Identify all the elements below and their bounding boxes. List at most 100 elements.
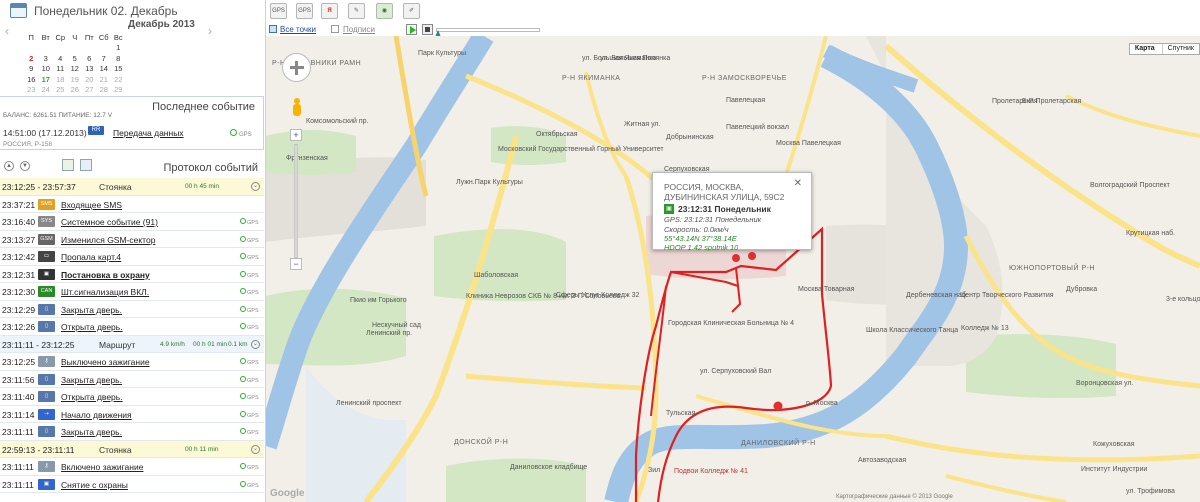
calendar-day[interactable]: 26 <box>68 85 83 96</box>
calendar-day[interactable]: 9 <box>24 64 39 75</box>
calendar-day[interactable] <box>97 43 112 54</box>
event-label[interactable]: Включено зажигание <box>61 462 143 472</box>
event-row[interactable]: 23:16:40 SYS Системное событие (91) GPS <box>0 213 264 231</box>
event-row[interactable]: 23:12:29 ▯ Закрыта дверь. GPS <box>0 301 264 318</box>
route-row[interactable]: 23:11:11 - 23:12:25 Маршрут 4.9 km/h 00 h 0… <box>0 335 264 353</box>
calendar-day[interactable]: 6 <box>82 53 97 64</box>
playback-slider[interactable] <box>436 28 540 32</box>
calendar-day-selected[interactable]: 2 <box>24 53 39 64</box>
event-label[interactable]: Закрыта дверь. <box>61 427 122 437</box>
event-row[interactable]: 23:13:27 GSM Изменился GSM-сектор GPS <box>0 231 264 248</box>
event-row[interactable]: 23:11:11 ▯ Закрыта дверь. GPS <box>0 423 264 441</box>
calendar-day[interactable]: 15 <box>111 64 126 75</box>
calendar-day[interactable]: 20 <box>82 74 97 85</box>
calendar-day[interactable] <box>68 43 83 54</box>
export-icon[interactable] <box>80 159 92 171</box>
calendar-day[interactable] <box>82 43 97 54</box>
map-type-satellite[interactable]: Спутник <box>1161 44 1199 54</box>
event-row[interactable]: 23:12:42 ▭ Пропала карт.4 GPS <box>0 248 264 266</box>
event-label[interactable]: Выключено зажигание <box>61 357 150 367</box>
calendar-day[interactable]: 12 <box>68 64 83 75</box>
event-row[interactable]: 23:11:11 ⚷ Включено зажигание GPS <box>0 458 264 476</box>
expand-icon[interactable]: ⌄ <box>251 339 260 349</box>
calendar-day[interactable]: 1 <box>111 43 126 54</box>
map-panel[interactable]: GPS GPS Я ✎ ◉ ✐ Все точки Подписи Парк К… <box>266 0 1200 502</box>
calendar-day[interactable]: 10 <box>39 64 54 75</box>
event-row[interactable]: 23:12:30 CAN Шт.сигнализация ВКЛ. GPS <box>0 283 264 301</box>
edit-icon[interactable]: ✐ <box>403 3 420 19</box>
calendar-day[interactable]: 16 <box>24 74 39 85</box>
calendar-day[interactable]: 29 <box>111 85 126 96</box>
gps-points-icon[interactable]: GPS <box>296 3 313 19</box>
tools-icon[interactable]: ✎ <box>348 3 365 19</box>
signatures-link[interactable]: Подписи <box>343 25 375 34</box>
calendar-day[interactable]: 27 <box>82 85 97 96</box>
route-marker[interactable] <box>748 252 756 260</box>
event-label[interactable]: Пропала карт.4 <box>61 252 121 262</box>
refresh-icon[interactable] <box>62 159 74 171</box>
pan-control[interactable] <box>282 53 311 82</box>
calendar-day[interactable]: 23 <box>24 85 39 96</box>
zoom-in-button[interactable]: + <box>290 129 302 141</box>
calendar-day[interactable]: 13 <box>82 64 97 75</box>
calendar-day[interactable]: 14 <box>97 64 112 75</box>
calendar-prev-icon[interactable]: ‹ <box>5 24 9 38</box>
stop-button[interactable] <box>422 24 433 35</box>
all-points-link[interactable]: Все точки <box>280 25 316 34</box>
calendar-day[interactable]: 22 <box>111 74 126 85</box>
event-label[interactable]: Открыта дверь. <box>61 392 123 402</box>
expand-down-icon[interactable]: ▼ <box>20 161 30 171</box>
all-points-icon[interactable] <box>269 25 277 33</box>
event-label[interactable]: Закрыта дверь. <box>61 305 122 315</box>
expand-icon[interactable]: ⌄ <box>251 182 260 191</box>
event-label[interactable]: Постановка в охрану <box>61 270 150 280</box>
event-label[interactable]: Изменился GSM-сектор <box>61 235 155 245</box>
event-row[interactable]: 23:12:25 ⚷ Выключено зажигание GPS <box>0 353 264 371</box>
calendar-day[interactable]: 19 <box>68 74 83 85</box>
street-view-pegman-icon[interactable] <box>292 98 302 118</box>
calendar-day[interactable]: 4 <box>53 53 68 64</box>
calendar-day[interactable]: 18 <box>53 74 68 85</box>
event-row[interactable]: 23:12:31 ▣ Постановка в охрану GPS <box>0 266 264 283</box>
event-label[interactable]: Начало движения <box>61 410 132 420</box>
parking-marker[interactable] <box>773 401 783 411</box>
event-label[interactable]: Закрыта дверь. <box>61 375 122 385</box>
calendar-day[interactable]: 7 <box>97 53 112 64</box>
close-icon[interactable]: ✕ <box>794 178 802 189</box>
event-label[interactable]: Шт.сигнализация ВКЛ. <box>61 287 149 297</box>
collapse-up-icon[interactable]: ▲ <box>4 161 14 171</box>
event-row[interactable]: 23:11:56 ▯ Закрыта дверь. GPS <box>0 371 264 388</box>
expand-icon[interactable]: ⌄ <box>251 444 260 454</box>
gps-track-icon[interactable]: GPS <box>270 3 287 19</box>
event-label[interactable]: Входящее SMS <box>61 200 122 210</box>
event-label[interactable]: Снятие с охраны <box>61 480 128 490</box>
event-row[interactable]: 23:11:40 ▯ Открыта дверь. GPS <box>0 388 264 406</box>
event-row[interactable]: 23:11:14 ⇢ Начало движения GPS <box>0 406 264 423</box>
yandex-icon[interactable]: Я <box>321 3 338 19</box>
calendar-icon[interactable] <box>10 3 27 18</box>
calendar-day[interactable] <box>39 43 54 54</box>
parking-row[interactable]: 23:12:25 - 23:57:37 Стоянка 00 h 45 min ⌄ <box>0 178 264 196</box>
zoom-out-button[interactable]: − <box>290 258 302 270</box>
google-maps-icon[interactable]: ◉ <box>376 3 393 19</box>
calendar-day[interactable]: 5 <box>68 53 83 64</box>
parking-row[interactable]: 22:59:13 - 23:11:11 Стоянка 00 h 11 min ⌄ <box>0 440 264 458</box>
calendar-day[interactable] <box>24 43 39 54</box>
last-event-link[interactable]: Передача данных <box>113 128 184 138</box>
event-row[interactable]: 23:12:26 ▯ Открыта дверь. GPS <box>0 318 264 336</box>
calendar-day[interactable]: 11 <box>53 64 68 75</box>
calendar-day[interactable]: 28 <box>97 85 112 96</box>
calendar-day[interactable]: 3 <box>39 53 54 64</box>
map-type-map[interactable]: Карта <box>1130 44 1160 54</box>
event-label[interactable]: Открыта дверь. <box>61 322 123 332</box>
event-label[interactable]: Системное событие (91) <box>61 217 158 227</box>
calendar-day-today[interactable]: 17 <box>39 74 54 85</box>
calendar-day[interactable]: 25 <box>53 85 68 96</box>
calendar-day[interactable]: 8 <box>111 53 126 64</box>
calendar-day[interactable] <box>53 43 68 54</box>
event-row[interactable]: 23:11:11 ▣ Снятие с охраны GPS <box>0 476 264 493</box>
route-marker[interactable] <box>732 254 740 262</box>
calendar-day[interactable]: 21 <box>97 74 112 85</box>
play-button[interactable] <box>406 24 417 35</box>
event-row[interactable]: 23:37:21 SMS Входящее SMS <box>0 196 264 213</box>
